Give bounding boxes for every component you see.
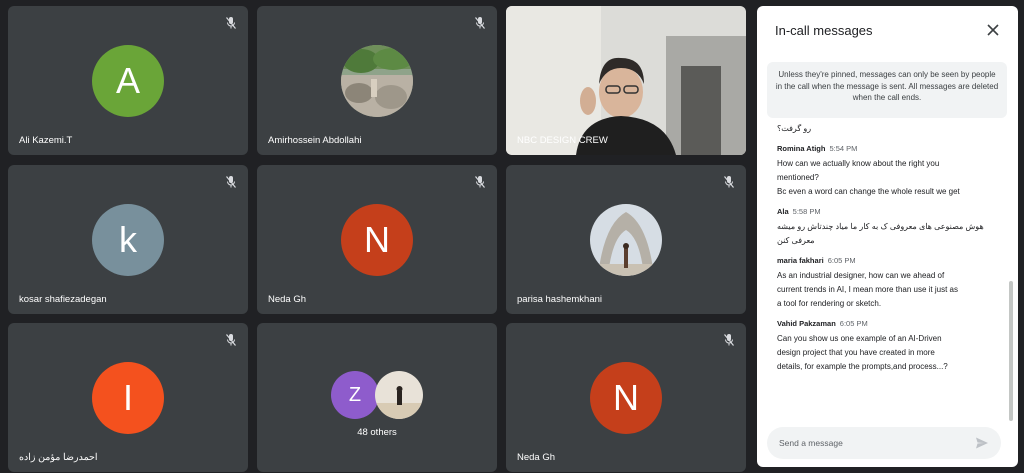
message-time: 5:58 PM [792, 207, 821, 216]
participant-tile-kosar[interactable]: k kosar shafiezadegan [8, 165, 248, 314]
mic-off-icon [226, 176, 236, 188]
video-feed [506, 6, 746, 155]
avatar-photo [375, 371, 423, 419]
participant-tile-neda-2[interactable]: N Neda Gh [506, 323, 746, 472]
message-sender: Romina Atigh [777, 144, 826, 153]
others-avatars: Z [257, 371, 497, 423]
mic-off-icon [724, 176, 734, 188]
message-sender: Ala [777, 207, 789, 216]
mic-off-icon [226, 334, 236, 346]
message-input[interactable] [779, 427, 969, 459]
avatar-initial: A [115, 59, 140, 101]
participant-name: NBC DESIGN CREW [517, 135, 608, 146]
in-call-messages-panel: In-call messages Unless they're pinned, … [757, 6, 1018, 467]
mic-off-icon [475, 176, 485, 188]
message-text: details, for example the prompts,and pro… [777, 362, 948, 371]
participant-name: parisa hashemkhani [517, 294, 603, 305]
participant-tile-amirhossein[interactable]: Amirhossein Abdollahi [257, 6, 497, 155]
participant-tile-neda[interactable]: N Neda Gh [257, 165, 497, 314]
participant-tile-video[interactable]: NBC DESIGN CREW [506, 6, 746, 155]
panel-title: In-call messages [775, 23, 873, 38]
mic-off-icon [724, 334, 734, 346]
send-icon[interactable] [975, 436, 989, 450]
avatar-initial: N [364, 218, 390, 260]
avatar-initial: k [119, 218, 137, 260]
tower-photo [590, 203, 662, 276]
message-sender: Vahid Pakzaman [777, 319, 836, 328]
message-item: Ala 5:58 PM هوش مصنوعی های معروفی ک به کا… [777, 207, 999, 248]
message-text: As an industrial designer, how can we ah… [777, 271, 945, 280]
desert-photo [375, 371, 423, 419]
message-item: maria fakhari 6:05 PM As an industrial de… [777, 256, 999, 311]
mic-off-icon [475, 17, 485, 29]
avatar: k [92, 203, 164, 276]
participant-name: Ali Kazemi.T [19, 135, 73, 146]
close-icon[interactable] [984, 21, 1002, 39]
message-item: رو گرفت؟ [777, 122, 999, 136]
message-time: 6:05 PM [839, 319, 868, 328]
message-text: a tool for rendering or sketch. [777, 299, 882, 308]
avatar-initial: I [122, 376, 133, 418]
participant-tile-parisa[interactable]: parisa hashemkhani [506, 165, 746, 314]
avatar: I [92, 361, 164, 434]
message-notice: Unless they're pinned, messages can only… [767, 62, 1007, 118]
participant-tile-ali[interactable]: A Ali Kazemi.T [8, 6, 248, 155]
message-text: معرفی کنن [777, 236, 815, 245]
mic-off-icon [226, 17, 236, 29]
landscape-photo [341, 44, 413, 117]
message-text: Bc even a word can change the whole resu… [777, 187, 960, 196]
participant-name: kosar shafiezadegan [19, 294, 107, 305]
message-composer [767, 427, 1001, 459]
participant-tile-ahmadreza[interactable]: I احمدرضا مؤمن زاده [8, 323, 248, 472]
message-text: mentioned? [777, 173, 819, 182]
message-time: 6:05 PM [827, 256, 856, 265]
message-text: current trends in AI, I mean more than u… [777, 285, 958, 294]
message-text: design project that you have created in … [777, 348, 935, 357]
avatar: N [341, 203, 413, 276]
participant-name: Amirhossein Abdollahi [268, 135, 362, 146]
message-item: Vahid Pakzaman 6:05 PM Can you show us on… [777, 319, 999, 374]
message-time: 5:54 PM [829, 144, 858, 153]
avatar-initial: N [613, 376, 639, 418]
message-list: رو گرفت؟ Romina Atigh 5:54 PM How can we … [777, 122, 999, 382]
message-text: هوش مصنوعی های معروفی ک به کار ما میاد چ… [777, 222, 984, 231]
participant-name: Neda Gh [517, 452, 556, 463]
others-count: 48 others [357, 427, 397, 438]
message-text: How can we actually know about the right… [777, 159, 940, 168]
avatar-initial: Z [348, 383, 362, 406]
message-sender: maria fakhari [777, 256, 824, 265]
scrollbar[interactable] [1009, 281, 1013, 421]
avatar: A [92, 44, 164, 117]
avatar: Z [331, 371, 379, 419]
participant-name: احمدرضا مؤمن زاده [19, 452, 98, 463]
message-text: رو گرفت؟ [777, 124, 812, 133]
participant-name: Neda Gh [268, 294, 307, 305]
avatar: N [590, 361, 662, 434]
message-text: Can you show us one example of an AI-Dri… [777, 334, 942, 343]
avatar-photo [590, 203, 662, 276]
avatar-photo [341, 44, 413, 117]
others-tile[interactable]: Z 48 others [257, 323, 497, 472]
message-item: Romina Atigh 5:54 PM How can we actually … [777, 144, 999, 199]
